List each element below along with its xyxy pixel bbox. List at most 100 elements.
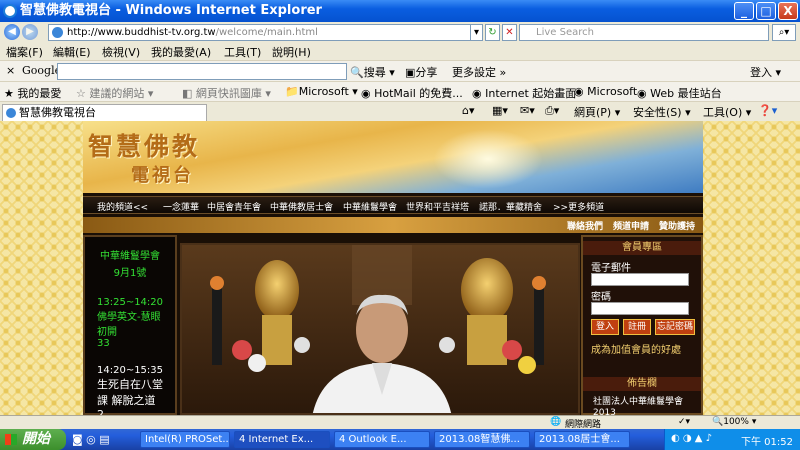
feeds-icon[interactable]: ▦▾ xyxy=(492,104,508,117)
forgot-password-button[interactable]: 忘記密碼 xyxy=(655,319,695,335)
tray-icons[interactable]: ◐ ◑ ▲ ♪ xyxy=(671,433,712,444)
channel-nav: 我的頻道<< 一念蓮華 中居會青年會 中華佛教居士會 中華維鬘學會 世界和平吉祥… xyxy=(83,196,703,214)
notice-text[interactable]: 社團法人中華維鬘學會 2013 xyxy=(593,397,693,415)
print-icon[interactable]: ⎙▾ xyxy=(545,104,559,118)
menu-edit[interactable]: 編輯(E) xyxy=(53,44,91,60)
schedule-episode: 33 xyxy=(97,338,110,349)
schedule-channel: 中華維鬘學會 xyxy=(100,251,160,262)
schedule-time: 13:25~14:20 xyxy=(97,297,164,308)
nav-nona[interactable]: 諾那．華藏精舍 xyxy=(479,200,542,213)
minimize-button[interactable]: _ xyxy=(734,2,754,20)
register-button[interactable]: 註冊 xyxy=(623,319,651,335)
mail-icon[interactable]: ✉▾ xyxy=(520,104,535,117)
fav-item-suggested[interactable]: ☆ 建議的網站 ▾ xyxy=(76,85,153,101)
tab-label: 智慧佛教電視台 xyxy=(19,106,96,119)
address-dropdown-icon[interactable]: ▾ xyxy=(470,24,483,41)
fav-item-best-sites[interactable]: ◉ Web 最佳站台 xyxy=(637,85,722,101)
more-settings-button[interactable]: 更多設定 » xyxy=(452,64,506,80)
menu-favorites[interactable]: 我的最愛(A) xyxy=(151,44,211,60)
password-field[interactable] xyxy=(591,302,689,315)
share-label: 分享 xyxy=(415,66,438,79)
task-outlook[interactable]: 4 Outlook E... xyxy=(334,431,430,448)
nav-youth[interactable]: 中居會青年會 xyxy=(207,200,261,213)
fav-item-webslice[interactable]: ◧ 網頁快訊圖庫 ▾ xyxy=(182,85,271,101)
menu-view[interactable]: 檢視(V) xyxy=(102,44,140,60)
fav-label: HotMail 的免費... xyxy=(374,87,463,100)
back-icon[interactable]: ◀ xyxy=(4,24,20,40)
nav-more[interactable]: >>更多頻道 xyxy=(553,200,604,213)
contact-link[interactable]: 聯絡我們 xyxy=(567,219,603,232)
login-button[interactable]: 登入 xyxy=(591,319,619,335)
zoom-label: 100% xyxy=(723,417,749,427)
tab-current[interactable]: 智慧佛教電視台 xyxy=(2,104,207,122)
google-search-button[interactable]: 🔍搜尋 ▾ xyxy=(350,64,395,80)
safety-menu[interactable]: 安全性(S) ▾ xyxy=(633,104,691,120)
nav-lay-buddhist[interactable]: 中華佛教居士會 xyxy=(270,200,333,213)
google-toolbar: × Google 🔍搜尋 ▾ ▣分享 更多設定 » 登入 ▾ xyxy=(0,60,800,81)
schedule-time: 14:20~15:35 xyxy=(97,365,164,376)
task-ie[interactable]: 4 Internet Ex... xyxy=(234,431,330,448)
google-search-input[interactable] xyxy=(57,63,347,80)
page-content: 智慧佛教 電視台 我的頻道<< 一念蓮華 中居會青年會 中華佛教居士會 中華維鬘… xyxy=(0,121,800,415)
schedule-title[interactable]: 生死自在八堂課 解脫之道 2 xyxy=(85,376,165,415)
quick-launch-icons[interactable]: ◙ ◎ ▤ xyxy=(72,433,110,446)
url-host: http://www.buddhist-tv.org.tw xyxy=(67,27,216,38)
stop-icon[interactable]: ✕ xyxy=(502,24,517,41)
home-icon[interactable]: ⌂▾ xyxy=(462,104,475,117)
url-path: /welcome/main.html xyxy=(215,27,318,38)
email-field[interactable] xyxy=(591,273,689,286)
email-label: 電子郵件 xyxy=(591,263,631,274)
signin-button[interactable]: 登入 ▾ xyxy=(750,64,781,80)
fav-item-hotmail[interactable]: ◉ HotMail 的免費... xyxy=(361,85,463,101)
sponsor-link[interactable]: 贊助護持 xyxy=(659,219,695,232)
site-banner: 智慧佛教 電視台 xyxy=(83,121,703,193)
refresh-icon[interactable]: ↻ xyxy=(485,24,500,41)
fav-item-microsoft[interactable]: 📁Microsoft ▾ xyxy=(285,85,358,98)
maximize-button[interactable]: □ xyxy=(756,2,776,20)
channel-apply-link[interactable]: 頻道申請 xyxy=(613,219,649,232)
close-toolbar-icon[interactable]: × xyxy=(6,64,15,77)
task-intel[interactable]: Intel(R) PROSet... xyxy=(140,431,230,448)
fav-label: Microsoft xyxy=(298,85,349,98)
close-button[interactable]: X xyxy=(778,2,798,20)
page-menu[interactable]: 網頁(P) ▾ xyxy=(574,104,620,120)
site-subtitle: 電視台 xyxy=(131,165,194,186)
windows-flag-icon xyxy=(5,434,17,445)
system-tray: ◐ ◑ ▲ ♪ 下午 01:52 xyxy=(664,429,800,450)
fav-label: Internet 起始畫面 xyxy=(485,87,577,100)
share-button[interactable]: ▣分享 xyxy=(405,64,437,80)
page-icon xyxy=(52,27,63,38)
start-button[interactable]: 開始 xyxy=(0,429,66,450)
live-search-input[interactable]: Live Search xyxy=(519,24,769,41)
nav-lotus[interactable]: 一念蓮華 xyxy=(163,200,199,213)
google-search-label: 搜尋 xyxy=(363,66,386,79)
video-frame xyxy=(182,245,578,413)
protected-mode-icon[interactable]: ✓▾ xyxy=(678,417,690,427)
taskbar: 開始 ◙ ◎ ▤ Intel(R) PROSet... 4 Internet E… xyxy=(0,429,800,450)
help-icon[interactable]: ❓▾ xyxy=(758,104,777,117)
site-subnav: 聯絡我們 頻道申請 贊助護持 xyxy=(83,217,703,233)
menu-bar: 檔案(F) 編輯(E) 檢視(V) 我的最愛(A) 工具(T) 說明(H) xyxy=(0,42,800,60)
video-player[interactable] xyxy=(180,243,580,415)
url-input[interactable]: http://www.buddhist-tv.org.tw/welcome/ma… xyxy=(48,24,483,41)
favorites-button[interactable]: ★ 我的最愛 xyxy=(4,85,61,101)
member-benefits-link[interactable]: 成為加值會員的好處 xyxy=(591,341,681,356)
menu-file[interactable]: 檔案(F) xyxy=(6,44,43,60)
schedule-panel: 中華維鬘學會 9月1號 13:25~14:20 佛學英文-慧眼初開 33 14:… xyxy=(83,235,177,415)
task-doc-2[interactable]: 2013.08居士會... xyxy=(534,431,630,448)
forward-icon[interactable]: ▶ xyxy=(22,24,38,40)
search-icon[interactable]: ⌕▾ xyxy=(772,24,796,41)
menu-help[interactable]: 說明(H) xyxy=(272,44,311,60)
task-doc-1[interactable]: 2013.08智慧佛... xyxy=(434,431,530,448)
fav-item-microsoft-2[interactable]: ◉ Microsoft xyxy=(574,85,637,98)
fav-item-ie-home[interactable]: ◉ Internet 起始畫面 xyxy=(472,85,576,101)
zoom-control[interactable]: 🔍100% ▾ xyxy=(712,417,756,427)
window-titlebar[interactable]: 智慧佛教電視台 - Windows Internet Explorer _ □ … xyxy=(0,0,800,22)
nav-peace-stupa[interactable]: 世界和平吉祥塔 xyxy=(406,200,469,213)
tools-menu[interactable]: 工具(O) ▾ xyxy=(703,104,751,120)
menu-tools[interactable]: 工具(T) xyxy=(224,44,261,60)
signin-label: 登入 xyxy=(750,66,772,79)
nav-weiman[interactable]: 中華維鬘學會 xyxy=(343,200,397,213)
schedule-title[interactable]: 佛學英文-慧眼初開 xyxy=(85,308,165,338)
nav-my-channels[interactable]: 我的頻道<< xyxy=(97,200,148,213)
